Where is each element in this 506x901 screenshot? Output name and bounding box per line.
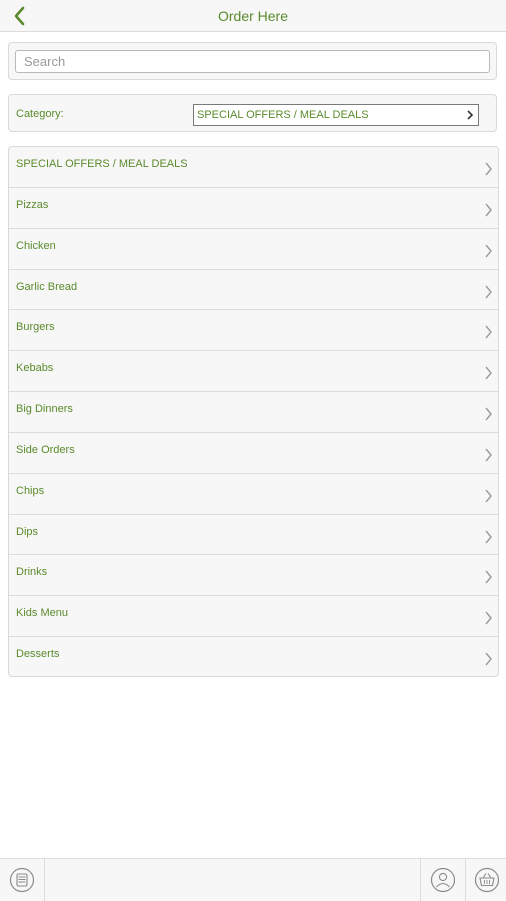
menu-list-icon[interactable]	[9, 867, 35, 893]
toolbar-divider	[465, 859, 466, 901]
category-label: Category:	[16, 108, 64, 120]
basket-icon[interactable]	[474, 867, 500, 893]
chevron-right-icon	[485, 407, 492, 421]
list-item-label: Chicken	[16, 239, 56, 252]
page-title: Order Here	[217, 8, 289, 24]
list-item-label: Burgers	[16, 321, 55, 334]
top-navigation-bar: Order Here	[0, 0, 506, 32]
category-row-chicken[interactable]: Chicken	[9, 229, 498, 270]
category-row-big-dinners[interactable]: Big Dinners	[9, 392, 498, 433]
category-row-garlic-bread[interactable]: Garlic Bread	[9, 270, 498, 311]
category-selected-value: SPECIAL OFFERS / MEAL DEALS	[197, 109, 369, 121]
chevron-right-icon	[485, 325, 492, 339]
list-item-label: Desserts	[16, 648, 60, 661]
chevron-right-icon	[467, 110, 474, 120]
chevron-right-icon	[485, 611, 492, 625]
chevron-right-icon	[485, 244, 492, 258]
list-item-label: SPECIAL OFFERS / MEAL DEALS	[16, 158, 188, 170]
toolbar-divider	[420, 859, 421, 901]
list-item-label: Big Dinners	[16, 403, 73, 416]
user-icon[interactable]	[430, 867, 456, 893]
chevron-right-icon	[485, 366, 492, 380]
chevron-right-icon	[485, 448, 492, 462]
list-item-label: Side Orders	[16, 443, 75, 456]
list-item-label: Chips	[16, 484, 45, 497]
list-item-label: Kebabs	[16, 362, 54, 375]
chevron-right-icon	[485, 489, 492, 503]
chevron-right-icon	[485, 652, 492, 666]
category-row-desserts[interactable]: Desserts	[9, 637, 498, 678]
category-row-special-offers[interactable]: SPECIAL OFFERS / MEAL DEALS	[9, 147, 498, 188]
category-filter: Category: SPECIAL OFFERS / MEAL DEALS	[8, 94, 497, 132]
bottom-toolbar	[0, 858, 506, 901]
chevron-right-icon	[485, 203, 492, 217]
list-item-label: Garlic Bread	[16, 280, 78, 293]
chevron-right-icon	[485, 570, 492, 584]
category-row-drinks[interactable]: Drinks	[9, 555, 498, 597]
category-row-dips[interactable]: Dips	[9, 515, 498, 556]
search-container	[8, 42, 497, 80]
category-row-chips[interactable]: Chips	[9, 474, 498, 515]
category-row-kids-menu[interactable]: Kids Menu	[9, 596, 498, 638]
list-item-label: Drinks	[16, 566, 48, 579]
category-row-pizzas[interactable]: Pizzas	[9, 188, 498, 229]
toolbar-divider	[44, 859, 45, 901]
chevron-right-icon	[485, 162, 492, 176]
list-item-label: Dips	[16, 525, 39, 538]
list-item-label: Pizzas	[16, 198, 49, 211]
category-row-side-orders[interactable]: Side Orders	[9, 433, 498, 474]
category-select[interactable]: SPECIAL OFFERS / MEAL DEALS	[193, 104, 479, 126]
category-list: SPECIAL OFFERS / MEAL DEALS Pizzas Chick…	[8, 146, 499, 677]
chevron-right-icon	[485, 285, 492, 298]
chevron-right-icon	[485, 530, 492, 544]
category-row-burgers[interactable]: Burgers	[9, 310, 498, 352]
list-item-label: Kids Menu	[16, 607, 68, 620]
search-input[interactable]	[15, 50, 490, 73]
category-row-kebabs[interactable]: Kebabs	[9, 351, 498, 393]
